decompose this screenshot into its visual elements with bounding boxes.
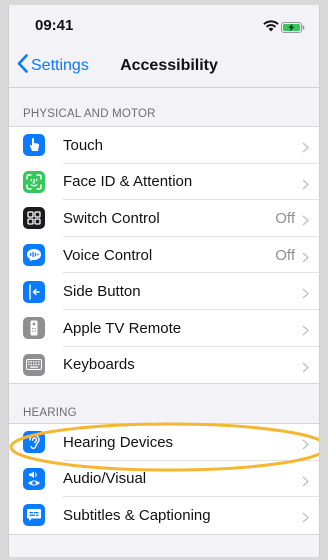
- row-label: Hearing Devices: [63, 433, 174, 451]
- row-label: Voice Control: [63, 246, 153, 264]
- row-value: Off: [275, 209, 295, 227]
- status-time: 09:41: [35, 17, 74, 34]
- row-label: Keyboards: [63, 356, 135, 374]
- captions-icon: [23, 504, 45, 527]
- speaker-eye-icon: [23, 467, 45, 490]
- row-touch[interactable]: Touch: [9, 127, 319, 164]
- row-side-button[interactable]: Side Button: [9, 273, 319, 310]
- row-apple-tv-remote[interactable]: Apple TV Remote: [9, 310, 319, 347]
- row-value: Off: [275, 246, 295, 264]
- switch-grid-icon: [23, 207, 45, 230]
- row-switch-control[interactable]: Switch Control Off: [9, 200, 319, 237]
- chevron-right-icon: [302, 474, 310, 492]
- settings-group-hearing: Hearing Devices Audio/Visual Subtitles &…: [9, 423, 319, 535]
- row-label: Face ID & Attention: [63, 173, 193, 191]
- tv-remote-icon: [23, 317, 45, 340]
- row-label: Subtitles & Captioning: [63, 506, 211, 524]
- row-label: Switch Control: [63, 209, 160, 227]
- voice-bubble-icon: [23, 244, 45, 267]
- chevron-right-icon: [302, 360, 310, 378]
- row-subtitles-captioning[interactable]: Subtitles & Captioning: [9, 497, 319, 534]
- chevron-right-icon: [302, 250, 310, 268]
- chevron-right-icon: [302, 140, 310, 158]
- row-label: Side Button: [63, 283, 141, 301]
- row-face-id-attention[interactable]: Face ID & Attention: [9, 164, 319, 201]
- row-keyboards[interactable]: Keyboards: [9, 347, 319, 384]
- section-header-physical-motor: PHYSICAL AND MOTOR: [23, 108, 156, 120]
- iphone-screen: 09:41 Settings Accessibility PHYSICAL AN…: [8, 5, 320, 557]
- battery-charging-icon: [281, 20, 305, 38]
- navigation-bar: Settings Accessibility: [9, 43, 319, 88]
- wifi-icon: [263, 19, 279, 37]
- face-id-icon: [23, 170, 45, 193]
- chevron-right-icon: [302, 510, 310, 528]
- side-button-icon: [23, 280, 45, 303]
- page-title: Accessibility: [120, 57, 218, 74]
- section-header-hearing: HEARING: [23, 407, 77, 419]
- row-hearing-devices[interactable]: Hearing Devices: [9, 424, 319, 461]
- row-label: Audio/Visual: [63, 470, 147, 488]
- ear-icon: [23, 431, 45, 454]
- chevron-right-icon: [302, 177, 310, 195]
- status-bar: 09:41: [9, 5, 319, 43]
- row-label: Touch: [63, 136, 104, 154]
- chevron-right-icon: [302, 286, 310, 304]
- row-label: Apple TV Remote: [63, 319, 182, 337]
- chevron-right-icon: [302, 323, 310, 341]
- keyboard-icon: [23, 353, 45, 376]
- hand-pointer-icon: [23, 134, 45, 157]
- chevron-right-icon: [302, 213, 310, 231]
- row-voice-control[interactable]: Voice Control Off: [9, 237, 319, 274]
- row-audio-visual[interactable]: Audio/Visual: [9, 461, 319, 498]
- chevron-right-icon: [302, 437, 310, 455]
- settings-group-physical-motor: Touch Face ID & Attention Switch Control…: [9, 126, 319, 385]
